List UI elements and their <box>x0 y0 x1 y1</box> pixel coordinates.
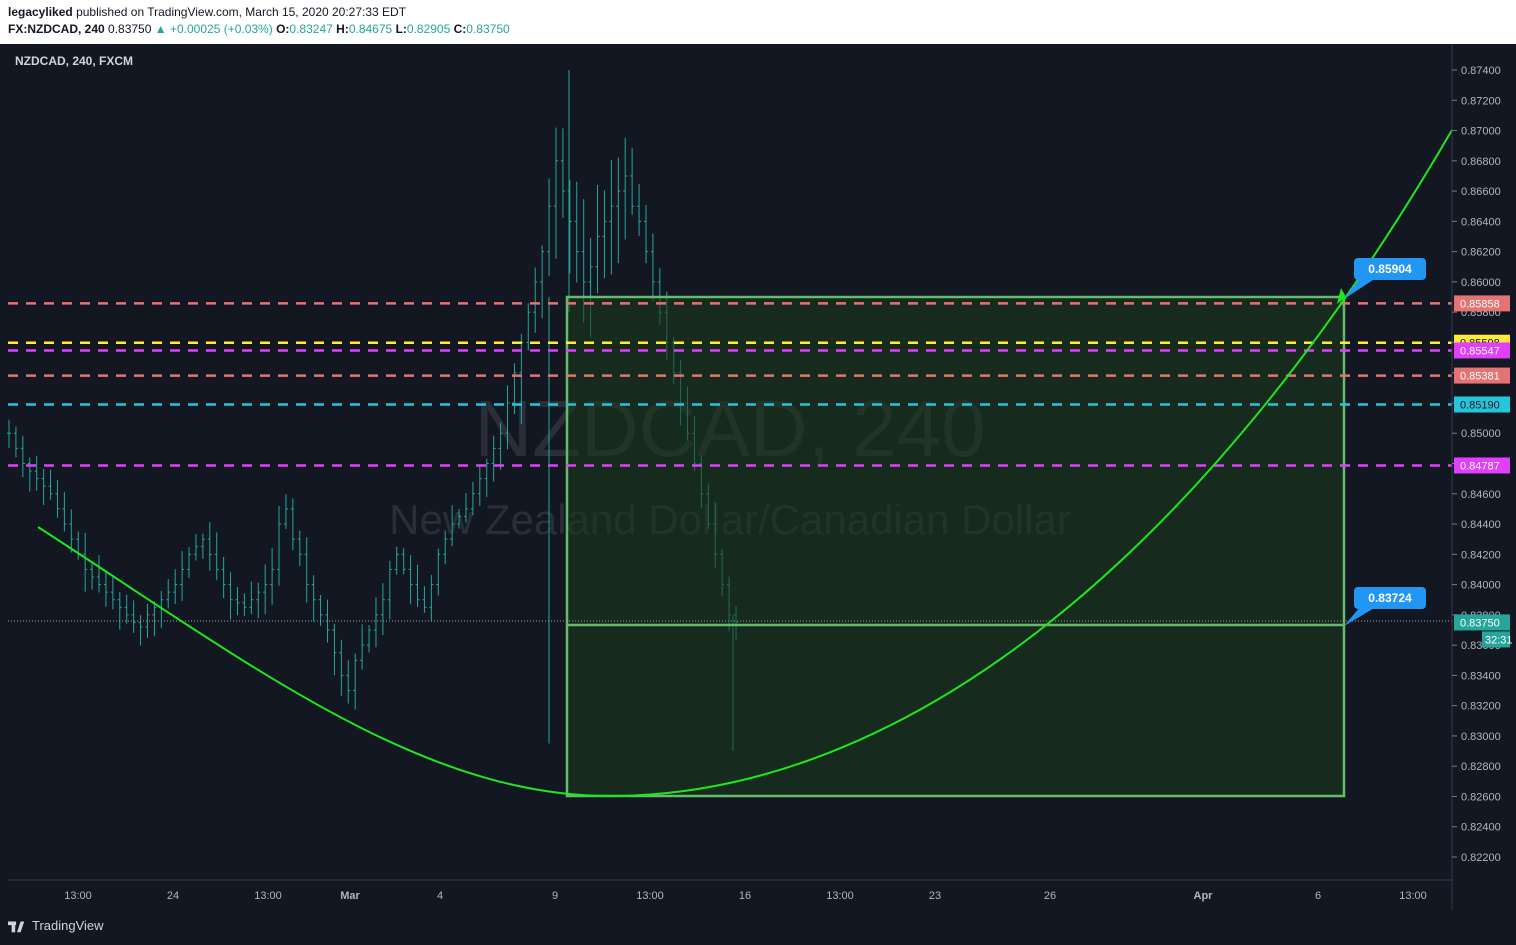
price-tick-label: 0.82800 <box>1461 761 1501 773</box>
level-price-text: 0.85381 <box>1460 371 1500 383</box>
level-price-text: 0.85858 <box>1460 298 1500 310</box>
time-tick-label: 16 <box>739 890 751 902</box>
last-price: 0.83750 <box>108 22 152 36</box>
time-tick-label: 13:00 <box>1399 890 1427 902</box>
price-change: ▲ +0.00025 (+0.03%) <box>154 22 273 36</box>
price-tick-label: 0.86000 <box>1461 277 1501 289</box>
published-text: published on TradingView.com, March 15, … <box>76 5 407 19</box>
open-value: 0.83247 <box>289 22 333 36</box>
countdown-text: 32:31 <box>1485 634 1513 646</box>
level-price-text: 0.85190 <box>1460 399 1500 411</box>
level-price-text: 0.85547 <box>1460 345 1500 357</box>
time-tick-label: Apr <box>1194 890 1214 902</box>
chart-legend: NZDCAD, 240, FXCM <box>15 54 133 68</box>
price-chart[interactable]: NZDCAD, 240 New Zealand Dollar/Canadian … <box>0 44 1516 920</box>
current-price-text: 0.83750 <box>1460 617 1500 629</box>
time-tick-label: 23 <box>929 890 941 902</box>
level-price-text: 0.84787 <box>1460 460 1500 472</box>
close-label: C: <box>453 22 467 36</box>
price-tick-label: 0.84000 <box>1461 580 1501 592</box>
price-tick-label: 0.87400 <box>1461 65 1501 77</box>
author-name[interactable]: legacyliked <box>8 5 73 19</box>
price-tick-label: 0.84400 <box>1461 519 1501 531</box>
high-label: H: <box>336 22 349 36</box>
time-tick-label: Mar <box>340 890 360 902</box>
time-tick-label: 24 <box>167 890 179 902</box>
target-zone-box[interactable] <box>565 295 1346 798</box>
price-tick-label: 0.86800 <box>1461 156 1501 168</box>
price-tick-label: 0.87000 <box>1461 126 1501 138</box>
footer-bar: TradingView <box>0 910 1516 945</box>
price-tick-label: 0.83400 <box>1461 670 1501 682</box>
price-tick-label: 0.86200 <box>1461 247 1501 259</box>
price-tick-label: 0.86600 <box>1461 186 1501 198</box>
price-tick-label: 0.82400 <box>1461 822 1501 834</box>
callout-label: 0.85904 <box>1368 262 1412 276</box>
low-label: L: <box>395 22 407 36</box>
time-tick-label: 26 <box>1044 890 1056 902</box>
time-tick-label: 13:00 <box>254 890 282 902</box>
publish-info: legacyliked published on TradingView.com… <box>8 5 406 19</box>
tradingview-logo[interactable]: TradingView <box>8 918 104 933</box>
price-tick-label: 0.82200 <box>1461 852 1501 864</box>
time-tick-label: 13:00 <box>636 890 664 902</box>
time-tick-label: 13:00 <box>64 890 92 902</box>
time-tick-label: 13:00 <box>826 890 854 902</box>
price-tick-label: 0.83200 <box>1461 701 1501 713</box>
time-tick-label: 4 <box>437 890 443 902</box>
price-tick-label: 0.86400 <box>1461 216 1501 228</box>
publish-header: legacyliked published on TradingView.com… <box>0 0 1516 44</box>
open-label: O: <box>276 22 290 36</box>
drawings[interactable] <box>565 295 1346 798</box>
symbol-label: FX:NZDCAD, 240 <box>8 22 105 36</box>
price-tick-label: 0.83000 <box>1461 731 1501 743</box>
ohlc-summary: FX:NZDCAD, 240 0.83750 ▲ +0.00025 (+0.03… <box>8 22 510 36</box>
price-tick-label: 0.84200 <box>1461 549 1501 561</box>
price-tick-label: 0.87200 <box>1461 95 1501 107</box>
price-tick-label: 0.85000 <box>1461 428 1501 440</box>
callout-label: 0.83724 <box>1368 591 1412 605</box>
tradingview-logo-icon <box>8 921 25 932</box>
close-value: 0.83750 <box>466 22 510 36</box>
price-tick-label: 0.82600 <box>1461 791 1501 803</box>
low-value: 0.82905 <box>406 22 451 36</box>
price-tick-label: 0.84600 <box>1461 489 1501 501</box>
chart-area[interactable]: NZDCAD, 240 New Zealand Dollar/Canadian … <box>0 44 1516 920</box>
time-tick-label: 6 <box>1315 890 1321 902</box>
time-tick-label: 9 <box>552 890 558 902</box>
high-value: 0.84675 <box>348 22 393 36</box>
